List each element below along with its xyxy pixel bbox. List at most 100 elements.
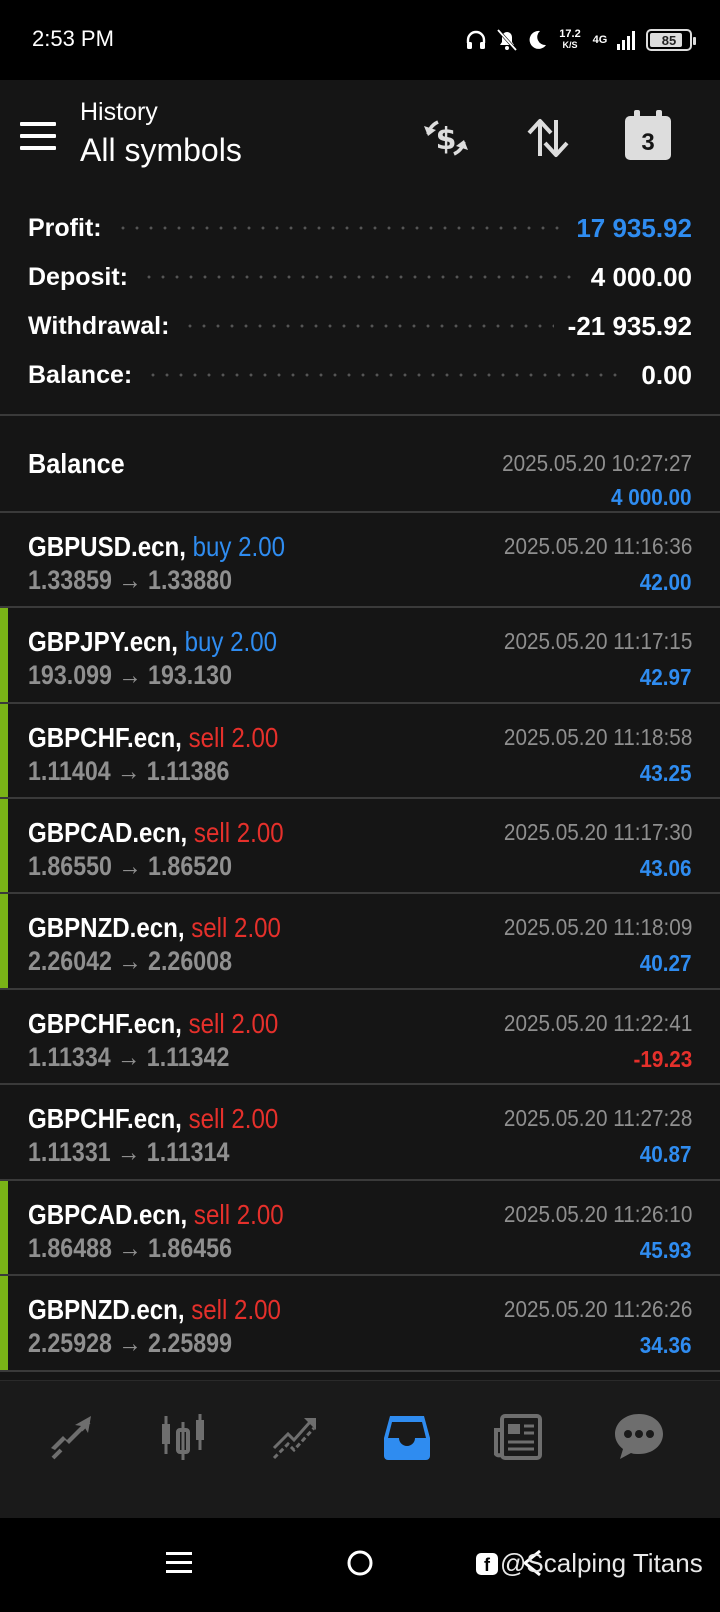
symbol-filter[interactable]: All symbols xyxy=(80,132,242,169)
menu-button[interactable] xyxy=(20,122,58,154)
deal-symbol: GBPCHF.ecn, xyxy=(28,1008,182,1039)
deal-symbol: GBPCAD.ecn, xyxy=(28,1199,188,1230)
deal-type: sell 2.00 xyxy=(193,817,284,848)
sort-icon xyxy=(527,119,569,157)
deposit-label: Deposit: xyxy=(28,262,128,291)
withdrawal-label: Withdrawal: xyxy=(28,311,170,340)
divider xyxy=(0,1370,720,1372)
home-button[interactable] xyxy=(335,1538,385,1588)
deal-prices: 1.86488 → 1.86456 xyxy=(28,1233,232,1263)
recent-apps-icon xyxy=(166,1552,192,1573)
nav-news[interactable] xyxy=(486,1407,552,1467)
net-speed-unit: K/S xyxy=(562,40,578,50)
deal-type: sell 2.00 xyxy=(188,722,279,753)
deposit-value: 4 000.00 xyxy=(590,261,692,292)
chart-icon xyxy=(162,1414,204,1460)
row-accent xyxy=(0,894,8,990)
deal-type: sell 2.00 xyxy=(191,912,281,943)
facebook-logo-icon: f xyxy=(476,1552,498,1575)
deal-prices: 2.25928 → 2.25899 xyxy=(28,1328,232,1358)
currency-exchange-button[interactable]: $ xyxy=(418,110,474,166)
battery-level: 85 xyxy=(661,32,677,48)
divider xyxy=(0,414,720,416)
deal-symbol: GBPUSD.ecn, xyxy=(28,531,186,562)
deal-row[interactable]: GBPCHF.ecn, sell 2.00 1.11334 → 1.11342 … xyxy=(0,990,720,1086)
deal-title: GBPCAD.ecn, sell 2.00 xyxy=(28,1199,284,1231)
withdrawal-value: -21 935.92 xyxy=(567,310,692,341)
deal-time: 2025.05.20 11:18:09 xyxy=(503,914,692,940)
dotted-leader xyxy=(142,275,577,279)
deal-symbol: GBPCAD.ecn, xyxy=(28,817,188,848)
deal-prices: 1.11331 → 1.11314 xyxy=(28,1137,230,1167)
nav-quotes[interactable] xyxy=(39,1407,105,1467)
svg-text:$: $ xyxy=(436,122,457,157)
nav-trade[interactable] xyxy=(262,1407,328,1467)
summary-profit-row: Profit: 17 935.92 xyxy=(28,208,692,248)
deal-symbol: GBPCHF.ecn, xyxy=(28,722,182,753)
home-icon xyxy=(347,1550,373,1576)
deal-profit: 45.93 xyxy=(640,1237,692,1263)
system-nav-bar: f @Scalping Titans xyxy=(0,1518,720,1612)
sort-button[interactable] xyxy=(520,110,576,166)
deal-symbol: GBPCHF.ecn, xyxy=(28,1103,182,1134)
deal-prices: 1.11404 → 1.11386 xyxy=(28,756,230,786)
deal-row[interactable]: GBPCHF.ecn, sell 2.00 1.11404 → 1.11386 … xyxy=(0,704,720,800)
row-accent xyxy=(0,1181,8,1277)
status-time: 2:53 PM xyxy=(32,26,114,51)
deal-prices: 1.11334 → 1.11342 xyxy=(28,1042,230,1072)
headphones-icon xyxy=(464,28,488,52)
deal-row[interactable]: GBPJPY.ecn, buy 2.00 193.099 → 193.130 2… xyxy=(0,608,720,704)
recent-apps-button[interactable] xyxy=(154,1538,204,1588)
balance-label: Balance: xyxy=(28,360,133,389)
deal-time: 2025.05.20 11:18:58 xyxy=(503,724,692,750)
deal-time: 2025.05.20 11:26:10 xyxy=(503,1201,692,1227)
deal-symbol: GBPNZD.ecn, xyxy=(28,912,185,943)
deal-type: buy 2.00 xyxy=(192,531,285,562)
deal-profit: 40.87 xyxy=(640,1141,692,1167)
deal-time: 2025.05.20 11:27:28 xyxy=(503,1105,692,1131)
deal-title: GBPUSD.ecn, buy 2.00 xyxy=(28,531,285,563)
deal-time: 2025.05.20 11:17:30 xyxy=(503,819,692,845)
network-type: 4G xyxy=(592,33,608,46)
deal-type: buy 2.00 xyxy=(184,626,277,657)
dotted-leader xyxy=(183,324,554,328)
deal-row[interactable]: GBPCAD.ecn, sell 2.00 1.86488 → 1.86456 … xyxy=(0,1181,720,1277)
battery-indicator: 85 xyxy=(646,29,696,51)
dotted-leader xyxy=(115,226,563,230)
deal-row[interactable]: GBPCAD.ecn, sell 2.00 1.86550 → 1.86520 … xyxy=(0,799,720,895)
deal-title: GBPCHF.ecn, sell 2.00 xyxy=(28,1103,278,1135)
summary-balance-row: Balance: 0.00 xyxy=(28,355,692,395)
balance-operation-amount: 4 000.00 xyxy=(611,484,692,510)
deal-row[interactable]: GBPNZD.ecn, sell 2.00 2.25928 → 2.25899 … xyxy=(0,1276,720,1372)
nav-history[interactable] xyxy=(374,1407,440,1467)
deal-type: sell 2.00 xyxy=(193,1199,284,1230)
deal-row[interactable]: GBPUSD.ecn, buy 2.00 1.33859 → 1.33880 2… xyxy=(0,513,720,609)
deal-time: 2025.05.20 11:16:36 xyxy=(503,533,692,559)
deal-prices: 193.099 → 193.130 xyxy=(28,660,232,690)
deal-symbol: GBPJPY.ecn, xyxy=(28,626,178,657)
account-summary: Profit: 17 935.92 Deposit: 4 000.00 With… xyxy=(0,200,720,414)
deal-profit: -19.23 xyxy=(633,1046,692,1072)
watermark: f @Scalping Titans xyxy=(476,1548,703,1579)
summary-deposit-row: Deposit: 4 000.00 xyxy=(28,257,692,297)
deal-row[interactable]: GBPCHF.ecn, sell 2.00 1.11331 → 1.11314 … xyxy=(0,1085,720,1181)
nav-chart[interactable] xyxy=(150,1407,216,1467)
nav-chat[interactable] xyxy=(606,1407,672,1467)
deal-time: 2025.05.20 11:22:41 xyxy=(503,1010,692,1036)
deal-profit: 40.27 xyxy=(640,950,692,976)
deal-prices: 2.26042 → 2.26008 xyxy=(28,946,232,976)
balance-value: 0.00 xyxy=(641,359,692,390)
calendar-button[interactable]: 3 xyxy=(620,110,676,166)
toolbar: History All symbols $ 3 xyxy=(0,80,720,200)
deal-prices: 1.86550 → 1.86520 xyxy=(28,851,232,881)
deal-type: sell 2.00 xyxy=(191,1294,281,1325)
deal-title: GBPNZD.ecn, sell 2.00 xyxy=(28,912,281,944)
deal-type: sell 2.00 xyxy=(188,1008,279,1039)
profit-value: 17 935.92 xyxy=(576,212,692,243)
moon-icon xyxy=(526,29,548,51)
bell-off-icon xyxy=(496,28,518,52)
status-bar: 2:53 PM 17.2 K/S 4G 85 xyxy=(0,0,720,80)
deal-row[interactable]: GBPNZD.ecn, sell 2.00 2.26042 → 2.26008 … xyxy=(0,894,720,990)
chat-icon xyxy=(615,1414,663,1459)
row-accent xyxy=(0,799,8,895)
